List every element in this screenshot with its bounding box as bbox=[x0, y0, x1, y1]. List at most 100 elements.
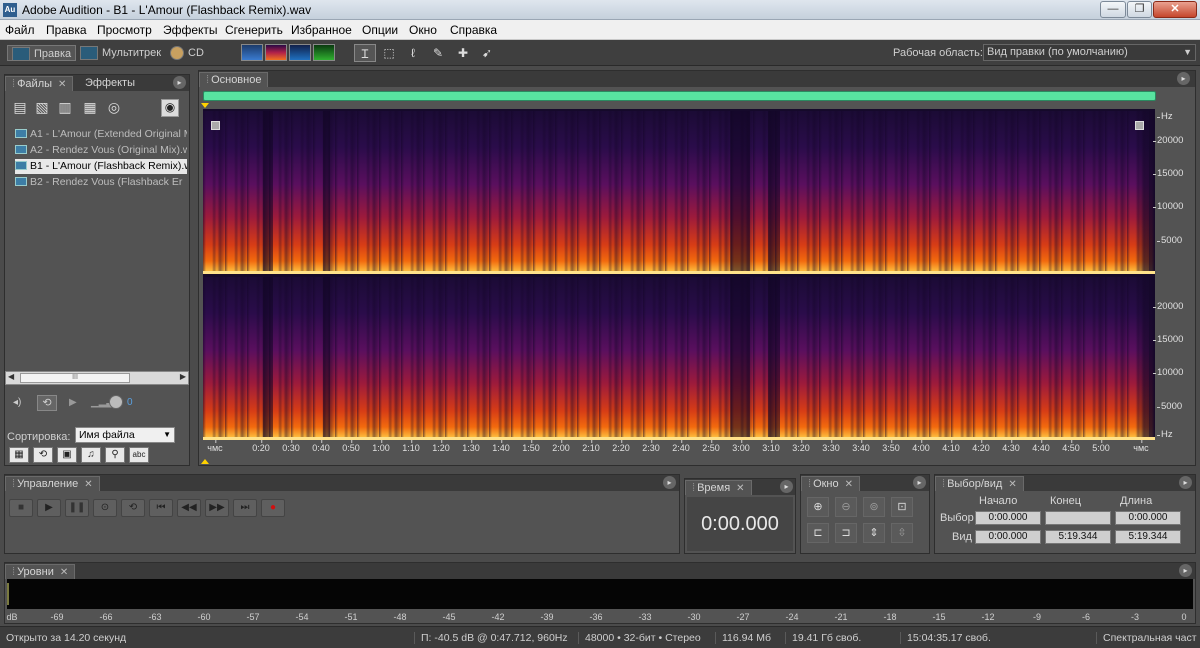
menu-file[interactable]: Файл bbox=[5, 23, 35, 37]
show-video-icon[interactable]: ▣ bbox=[57, 447, 77, 463]
panel-menu-icon[interactable]: ▸ bbox=[1177, 72, 1190, 85]
file-item[interactable]: A1 - L'Amour (Extended Original M bbox=[15, 127, 187, 142]
tab-transport[interactable]: ⁞ Управление ✕ bbox=[5, 476, 100, 491]
menu-view[interactable]: Просмотр bbox=[97, 23, 152, 37]
speaker-icon[interactable]: ◂) bbox=[13, 397, 21, 408]
preview-icon[interactable]: ◉ bbox=[161, 99, 179, 117]
panel-menu-icon[interactable]: ▸ bbox=[663, 476, 676, 489]
play-button[interactable]: ▶ bbox=[37, 499, 61, 517]
workspace-select[interactable]: Вид правки (по умолчанию) ▼ bbox=[983, 44, 1196, 61]
stop-button[interactable]: ■ bbox=[9, 499, 33, 517]
close-icon[interactable]: ✕ bbox=[845, 479, 853, 490]
spot-healing-tool[interactable]: ✚ bbox=[452, 44, 474, 62]
playhead-top-marker[interactable] bbox=[201, 103, 209, 108]
channel-marker-right[interactable] bbox=[1135, 121, 1144, 130]
file-item[interactable]: B2 - Rendez Vous (Flashback Er bbox=[15, 175, 187, 190]
selection-end-field[interactable] bbox=[1045, 511, 1111, 525]
waveform-view-button[interactable] bbox=[241, 44, 263, 61]
zoom-out-full-button[interactable]: ⊚ bbox=[863, 497, 885, 517]
panel-menu-icon[interactable]: ▸ bbox=[1179, 564, 1192, 577]
menu-options[interactable]: Опции bbox=[362, 23, 398, 37]
rewind-button[interactable]: ◀◀ bbox=[177, 499, 201, 517]
view-length-field[interactable]: 5:19.344 bbox=[1115, 530, 1181, 544]
show-midi-icon[interactable]: ♫ bbox=[81, 447, 101, 463]
lasso-tool[interactable]: ℓ bbox=[402, 44, 424, 62]
panel-menu-icon[interactable]: ▸ bbox=[173, 76, 186, 89]
brush-tool[interactable]: ✎ bbox=[427, 44, 449, 62]
file-item-selected[interactable]: B1 - L'Amour (Flashback Remix).w bbox=[15, 159, 187, 174]
edit-view-button[interactable]: Правка bbox=[7, 45, 77, 62]
tab-selection-view[interactable]: ⁞ Выбор/вид ✕ bbox=[935, 476, 1024, 491]
menu-help[interactable]: Справка bbox=[450, 23, 497, 37]
close-icon[interactable]: ✕ bbox=[60, 567, 68, 578]
filter-icon[interactable]: ⚲ bbox=[105, 447, 125, 463]
marquee-tool[interactable]: ⬚ bbox=[378, 44, 400, 62]
tab-main[interactable]: ⁞ Основное bbox=[199, 72, 269, 87]
play-icon[interactable]: ▶ bbox=[69, 397, 77, 408]
scroll-left-icon[interactable]: ◀ bbox=[8, 372, 14, 381]
show-loop-icon[interactable]: ⟲ bbox=[33, 447, 53, 463]
time-selection-tool[interactable]: Ɪ bbox=[354, 44, 376, 62]
minimize-button[interactable]: — bbox=[1100, 1, 1126, 18]
playhead-bottom-marker[interactable] bbox=[201, 459, 209, 464]
menu-effects[interactable]: Эффекты bbox=[163, 23, 218, 37]
file-item[interactable]: A2 - Rendez Vous (Original Mix).w bbox=[15, 143, 187, 158]
scrollbar-thumb[interactable]: III bbox=[20, 373, 130, 383]
selection-start-field[interactable]: 0:00.000 bbox=[975, 511, 1041, 525]
channel-left[interactable] bbox=[203, 111, 1155, 274]
menu-generate[interactable]: Сгенерить bbox=[225, 23, 283, 37]
zoom-in-vertical-button[interactable]: ⇕ bbox=[863, 523, 885, 543]
spectral-display[interactable] bbox=[203, 109, 1155, 440]
full-path-icon[interactable]: abc bbox=[129, 447, 149, 463]
hybrid-tool[interactable]: ➹ bbox=[476, 44, 498, 62]
menu-favorites[interactable]: Избранное bbox=[291, 23, 352, 37]
selection-length-field[interactable]: 0:00.000 bbox=[1115, 511, 1181, 525]
tab-effects[interactable]: Эффекты bbox=[79, 76, 141, 91]
zoom-selection-button[interactable]: ⊡ bbox=[891, 497, 913, 517]
spectral-view-button[interactable] bbox=[265, 44, 287, 61]
open-file-icon[interactable]: ▤ bbox=[11, 99, 29, 117]
volume-knob[interactable] bbox=[109, 395, 123, 409]
overview-bar[interactable] bbox=[203, 91, 1156, 101]
play-from-cursor-button[interactable]: ⊙ bbox=[93, 499, 117, 517]
phase-view-button[interactable] bbox=[313, 44, 335, 61]
go-to-end-button[interactable]: ⏭ bbox=[233, 499, 257, 517]
maximize-button[interactable]: ❐ bbox=[1127, 1, 1152, 18]
edit-file-icon[interactable]: ◎ bbox=[105, 99, 123, 117]
fast-forward-button[interactable]: ▶▶ bbox=[205, 499, 229, 517]
tab-files[interactable]: ⁞ Файлы ✕ bbox=[5, 76, 74, 91]
tab-time[interactable]: ⁞ Время ✕ bbox=[685, 480, 752, 495]
pan-view-button[interactable] bbox=[289, 44, 311, 61]
show-audio-icon[interactable]: ▦ bbox=[9, 447, 29, 463]
menu-edit[interactable]: Правка bbox=[46, 23, 87, 37]
channel-marker-left[interactable] bbox=[211, 121, 220, 130]
menu-window[interactable]: Окно bbox=[409, 23, 437, 37]
multitrack-view-button[interactable]: Мультитрек bbox=[80, 45, 161, 61]
panel-menu-icon[interactable]: ▸ bbox=[1179, 476, 1192, 489]
time-ruler[interactable]: чмс 0:20 0:30 0:40 0:50 1:00 1:10 1:20 1… bbox=[203, 440, 1155, 457]
view-end-field[interactable]: 5:19.344 bbox=[1045, 530, 1111, 544]
close-icon[interactable]: ✕ bbox=[736, 483, 744, 494]
channel-right[interactable] bbox=[203, 277, 1155, 440]
zoom-out-horizontal-button[interactable]: ⊖ bbox=[835, 497, 857, 517]
close-button[interactable]: ✕ bbox=[1153, 1, 1197, 18]
panel-menu-icon[interactable]: ▸ bbox=[913, 476, 926, 489]
pause-button[interactable]: ❚❚ bbox=[65, 499, 89, 517]
sort-select[interactable]: Имя файла ▼ bbox=[75, 427, 175, 443]
zoom-out-vertical-button[interactable]: ⇳ bbox=[891, 523, 913, 543]
go-to-start-button[interactable]: ⏮ bbox=[149, 499, 173, 517]
view-start-field[interactable]: 0:00.000 bbox=[975, 530, 1041, 544]
loop-icon[interactable]: ⟲ bbox=[37, 395, 57, 411]
loop-play-button[interactable]: ⟲ bbox=[121, 499, 145, 517]
insert-multitrack-icon[interactable]: ▥ bbox=[56, 99, 74, 117]
close-icon[interactable]: ✕ bbox=[58, 79, 66, 90]
tab-levels[interactable]: ⁞ Уровни ✕ bbox=[5, 564, 76, 579]
scroll-right-icon[interactable]: ▶ bbox=[180, 372, 186, 381]
file-list-scrollbar[interactable]: ◀ III ▶ bbox=[5, 371, 189, 385]
tab-zoom[interactable]: ⁞ Окно ✕ bbox=[801, 476, 861, 491]
zoom-left-edge-button[interactable]: ⊏ bbox=[807, 523, 829, 543]
close-file-icon[interactable]: ▧ bbox=[33, 99, 51, 117]
zoom-in-horizontal-button[interactable]: ⊕ bbox=[807, 497, 829, 517]
close-icon[interactable]: ✕ bbox=[1008, 479, 1016, 490]
insert-cd-icon[interactable]: ▦ bbox=[81, 99, 99, 117]
